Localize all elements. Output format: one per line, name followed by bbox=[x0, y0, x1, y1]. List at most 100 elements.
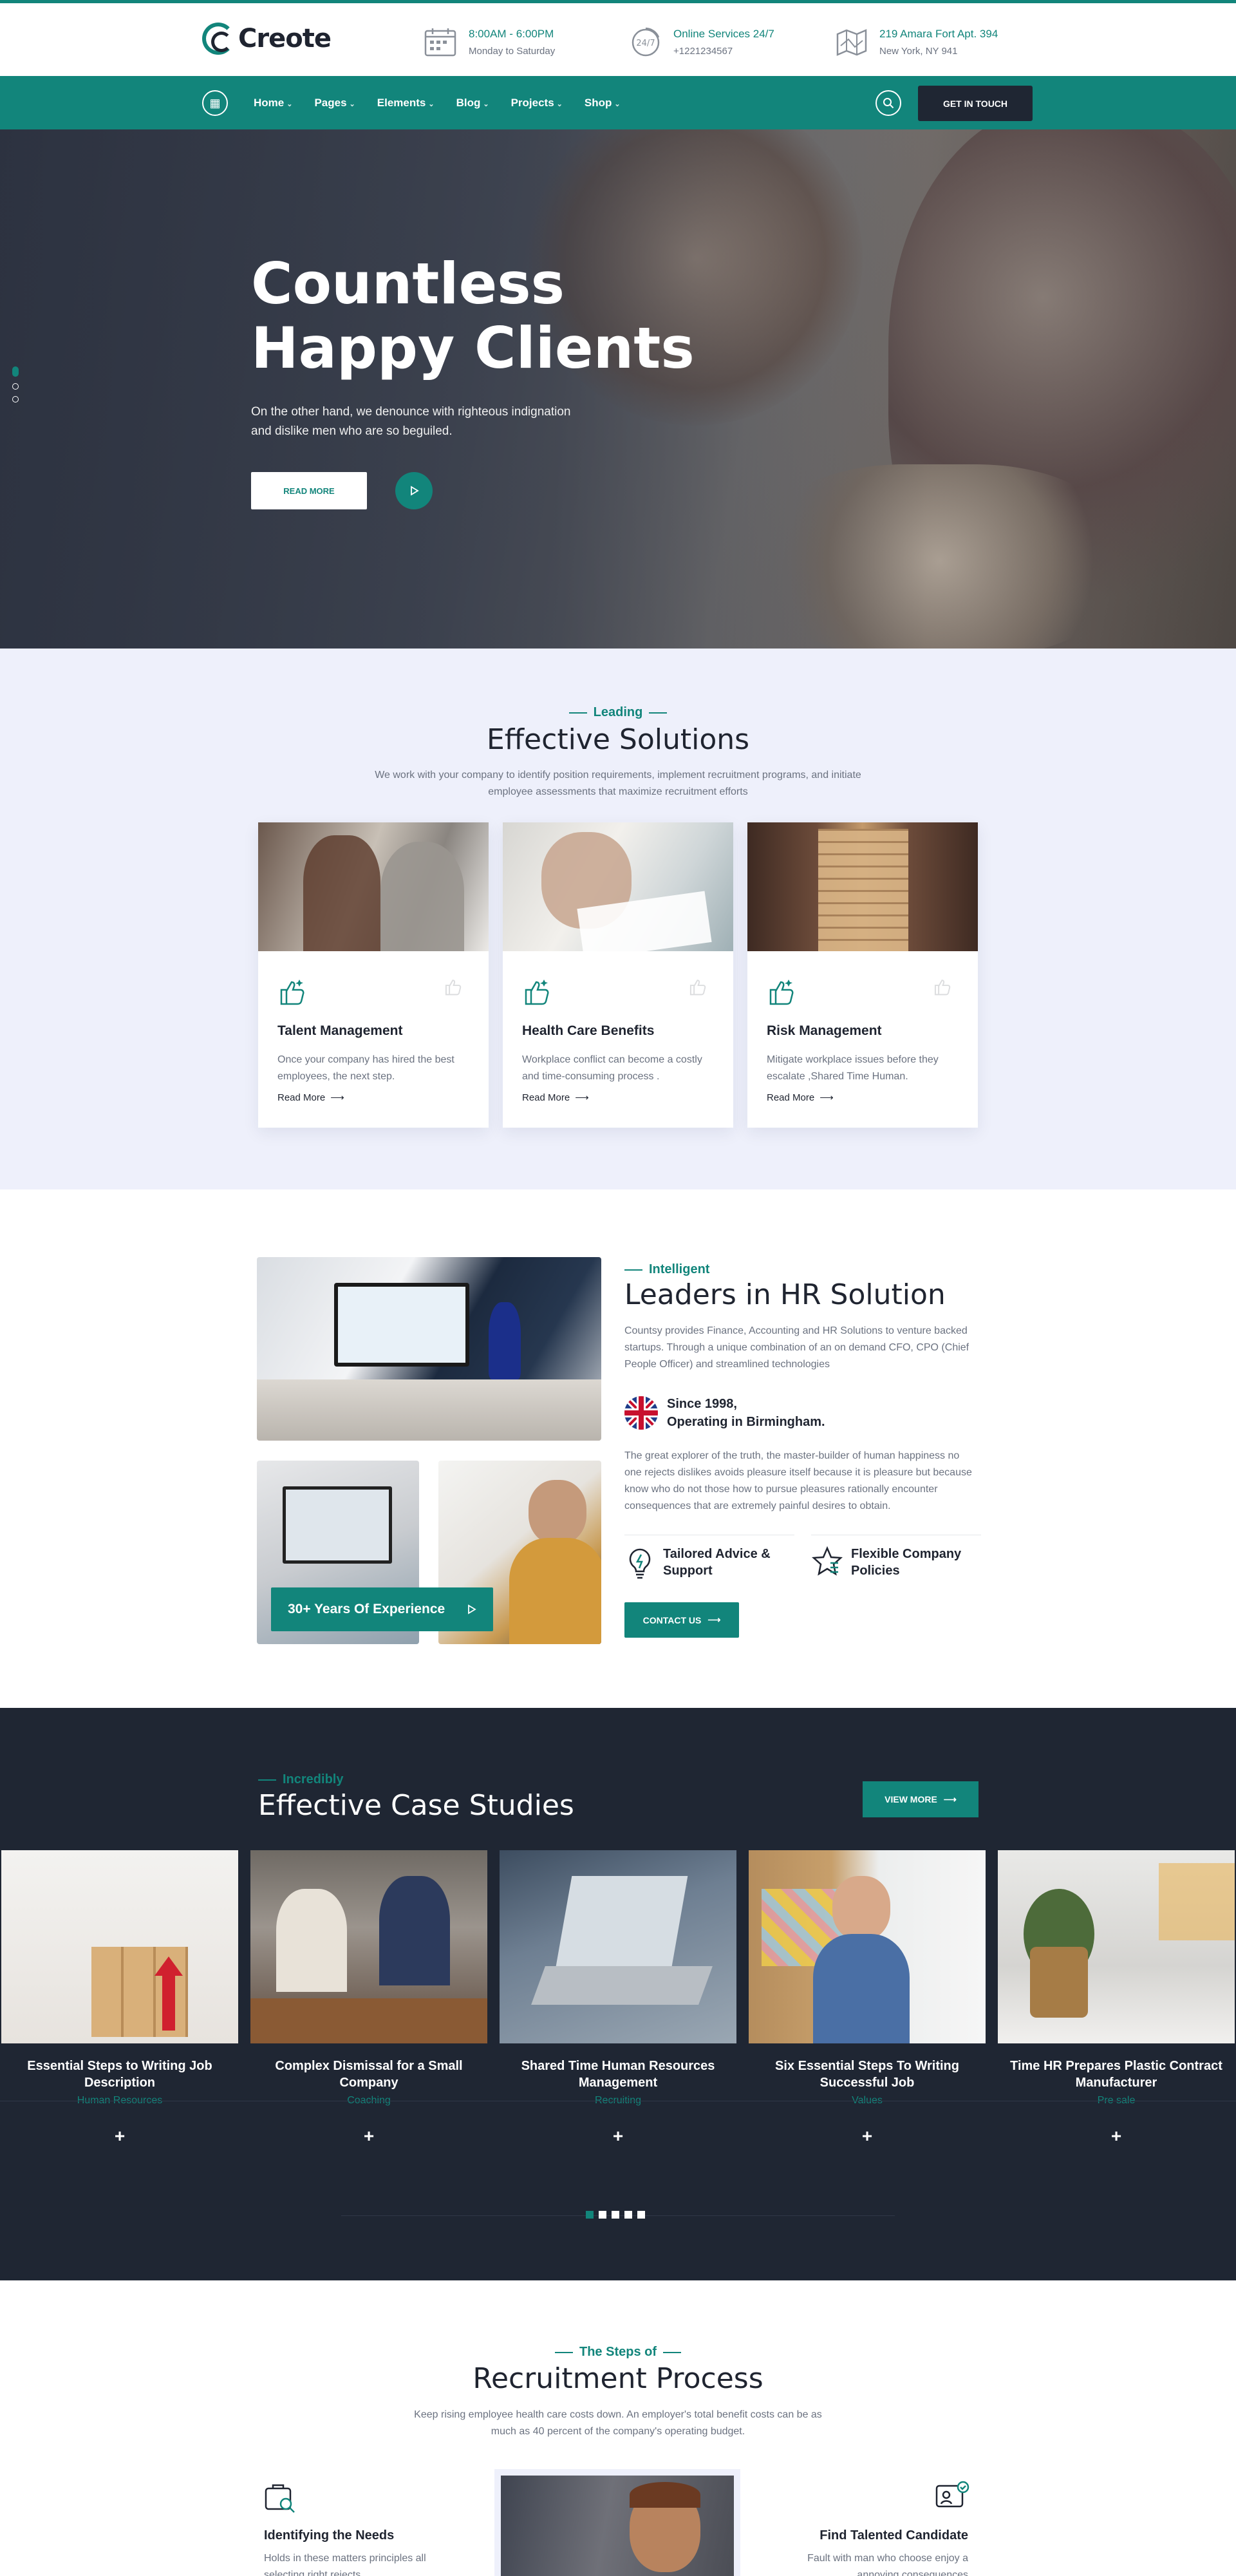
meeting-photo bbox=[257, 1257, 601, 1441]
since-line1: Since 1998, bbox=[667, 1397, 737, 1411]
solutions-eyebrow: Leading bbox=[566, 705, 670, 720]
nav-item-pages[interactable]: Pages ⌄ bbox=[314, 97, 355, 109]
plus-icon[interactable]: + bbox=[500, 2126, 736, 2146]
uk-flag-icon bbox=[624, 1396, 658, 1430]
chevron-down-icon: ⌄ bbox=[349, 100, 355, 108]
case-card[interactable]: Complex Dismissal for a Small Company Co… bbox=[250, 1850, 487, 2146]
solution-card[interactable]: Risk Management Mitigate workplace issue… bbox=[747, 822, 978, 1128]
experience-badge[interactable]: 30+ Years Of Experience bbox=[271, 1587, 493, 1631]
hr-eyebrow: Intelligent bbox=[624, 1262, 709, 1277]
thumbs-up-icon bbox=[767, 977, 796, 1010]
plus-icon[interactable]: + bbox=[1, 2126, 238, 2146]
case-card[interactable]: Shared Time Human Resources Management R… bbox=[500, 1850, 736, 2146]
nav-label: Pages bbox=[314, 96, 347, 109]
thumbs-up-watermark-icon bbox=[444, 977, 463, 999]
card-image bbox=[747, 822, 978, 951]
hours-info: 8:00AM - 6:00PM Monday to Saturday bbox=[424, 26, 555, 57]
pager-dot[interactable] bbox=[586, 2211, 594, 2219]
logo-text: Creote bbox=[238, 24, 332, 53]
card-text: Mitigate workplace issues before they es… bbox=[767, 1054, 939, 1082]
hero-title-line1: Countless bbox=[251, 251, 565, 317]
play-video-button[interactable] bbox=[395, 472, 433, 509]
plus-icon[interactable]: + bbox=[749, 2126, 986, 2146]
eyebrow-text: Intelligent bbox=[649, 1262, 710, 1276]
lightbulb-icon bbox=[629, 1548, 651, 1579]
case-title: Complex Dismissal for a Small Company bbox=[275, 2059, 463, 2090]
case-pager bbox=[586, 2211, 645, 2219]
slider-dots bbox=[12, 366, 19, 402]
plus-icon[interactable]: + bbox=[250, 2126, 487, 2146]
map-icon bbox=[836, 29, 867, 56]
card-title: Risk Management bbox=[767, 1023, 882, 1038]
hero-subtitle: On the other hand, we denounce with righ… bbox=[251, 405, 571, 438]
grid-menu-icon[interactable]: ▦ bbox=[202, 90, 228, 116]
pager-dot[interactable] bbox=[599, 2211, 606, 2219]
case-title: Essential Steps to Writing Job Descripti… bbox=[27, 2059, 212, 2090]
online-phone[interactable]: +1221234567 bbox=[673, 46, 774, 57]
solution-card[interactable]: Talent Management Once your company has … bbox=[258, 822, 489, 1128]
thumbs-up-icon bbox=[522, 977, 552, 1010]
address-sub: New York, NY 941 bbox=[879, 46, 958, 57]
nav-item-shop[interactable]: Shop ⌄ bbox=[585, 97, 621, 109]
case-card[interactable]: Time HR Prepares Plastic Contract Manufa… bbox=[998, 1850, 1235, 2146]
contact-us-button[interactable]: CONTACT US ⟶ bbox=[624, 1602, 739, 1638]
identify-needs-icon bbox=[264, 2482, 297, 2517]
eyebrow-text: Leading bbox=[593, 705, 643, 719]
case-image bbox=[1, 1850, 238, 2043]
view-more-button[interactable]: VIEW MORE ⟶ bbox=[863, 1781, 979, 1817]
chevron-down-icon: ⌄ bbox=[286, 100, 293, 108]
slider-dot[interactable] bbox=[12, 396, 19, 402]
feature-tailored-advice: Tailored Advice & Support bbox=[624, 1546, 785, 1579]
main-nav: ▦ Home ⌄ Pages ⌄ Elements ⌄ Blog ⌄ Projects ⌄… bbox=[0, 76, 1236, 129]
hours-title: 8:00AM - 6:00PM bbox=[469, 28, 554, 40]
svg-text:24/7: 24/7 bbox=[636, 39, 655, 48]
case-title: Six Essential Steps To Writing Successfu… bbox=[775, 2059, 959, 2090]
pager-dot[interactable] bbox=[612, 2211, 619, 2219]
star-badge-icon bbox=[811, 1546, 843, 1576]
arrow-right-icon: ⟶ bbox=[330, 1092, 344, 1103]
read-more-text: Read More bbox=[767, 1092, 815, 1103]
search-button[interactable] bbox=[876, 90, 901, 116]
nav-label: Elements bbox=[377, 96, 426, 109]
nav-item-home[interactable]: Home ⌄ bbox=[254, 97, 292, 109]
recruitment-lead: Keep rising employee health care costs d… bbox=[414, 2409, 822, 2437]
get-in-touch-button[interactable]: GET IN TOUCH bbox=[918, 86, 1033, 121]
step-title: Identifying the Needs bbox=[264, 2528, 395, 2543]
online-title: Online Services 24/7 bbox=[673, 28, 774, 40]
plus-icon[interactable]: + bbox=[998, 2126, 1235, 2146]
read-more-button[interactable]: READ MORE bbox=[251, 472, 367, 509]
slider-dot[interactable] bbox=[12, 366, 19, 377]
nav-item-elements[interactable]: Elements ⌄ bbox=[377, 97, 435, 109]
find-candidate-icon bbox=[935, 2481, 969, 2517]
card-title: Health Care Benefits bbox=[522, 1023, 655, 1038]
solutions-lead: We work with your company to identify po… bbox=[375, 770, 861, 797]
step-text: Fault with man who choose enjoy a annoyi… bbox=[807, 2553, 968, 2576]
read-more-link[interactable]: Read More ⟶ bbox=[522, 1092, 589, 1104]
case-title: Time HR Prepares Plastic Contract Manufa… bbox=[1010, 2059, 1222, 2090]
play-icon bbox=[411, 486, 419, 496]
step-title: Find Talented Candidate bbox=[819, 2528, 968, 2543]
pager-dot[interactable] bbox=[637, 2211, 645, 2219]
address-title: 219 Amara Fort Apt. 394 bbox=[879, 28, 998, 40]
slider-dot[interactable] bbox=[12, 383, 19, 390]
arrow-right-icon: ⟶ bbox=[819, 1092, 834, 1103]
hours-sub: Monday to Saturday bbox=[469, 46, 556, 57]
pager-dot[interactable] bbox=[624, 2211, 632, 2219]
case-image bbox=[500, 1850, 736, 2043]
nav-item-projects[interactable]: Projects ⌄ bbox=[511, 97, 563, 109]
case-card[interactable]: Essential Steps to Writing Job Descripti… bbox=[1, 1850, 238, 2146]
case-card[interactable]: Six Essential Steps To Writing Successfu… bbox=[749, 1850, 986, 2146]
top-header: Creote 8:00AM - 6:00PM Monday to Saturday… bbox=[0, 0, 1236, 76]
card-text: Once your company has hired the best emp… bbox=[277, 1054, 454, 1082]
logo[interactable]: Creote bbox=[202, 23, 332, 55]
read-more-link[interactable]: Read More ⟶ bbox=[277, 1092, 344, 1104]
nav-item-blog[interactable]: Blog ⌄ bbox=[456, 97, 489, 109]
read-more-link[interactable]: Read More ⟶ bbox=[767, 1092, 834, 1104]
thumbs-up-watermark-icon bbox=[933, 977, 952, 999]
hero-title: Countless Happy Clients bbox=[251, 252, 702, 381]
step-text: Holds in these matters principles all se… bbox=[264, 2553, 426, 2576]
recruitment-photo-frame bbox=[494, 2469, 740, 2576]
card-title: Talent Management bbox=[277, 1023, 403, 1038]
solution-card[interactable]: Health Care Benefits Workplace conflict … bbox=[503, 822, 733, 1128]
feature-label: Tailored Advice & Support bbox=[663, 1547, 771, 1578]
